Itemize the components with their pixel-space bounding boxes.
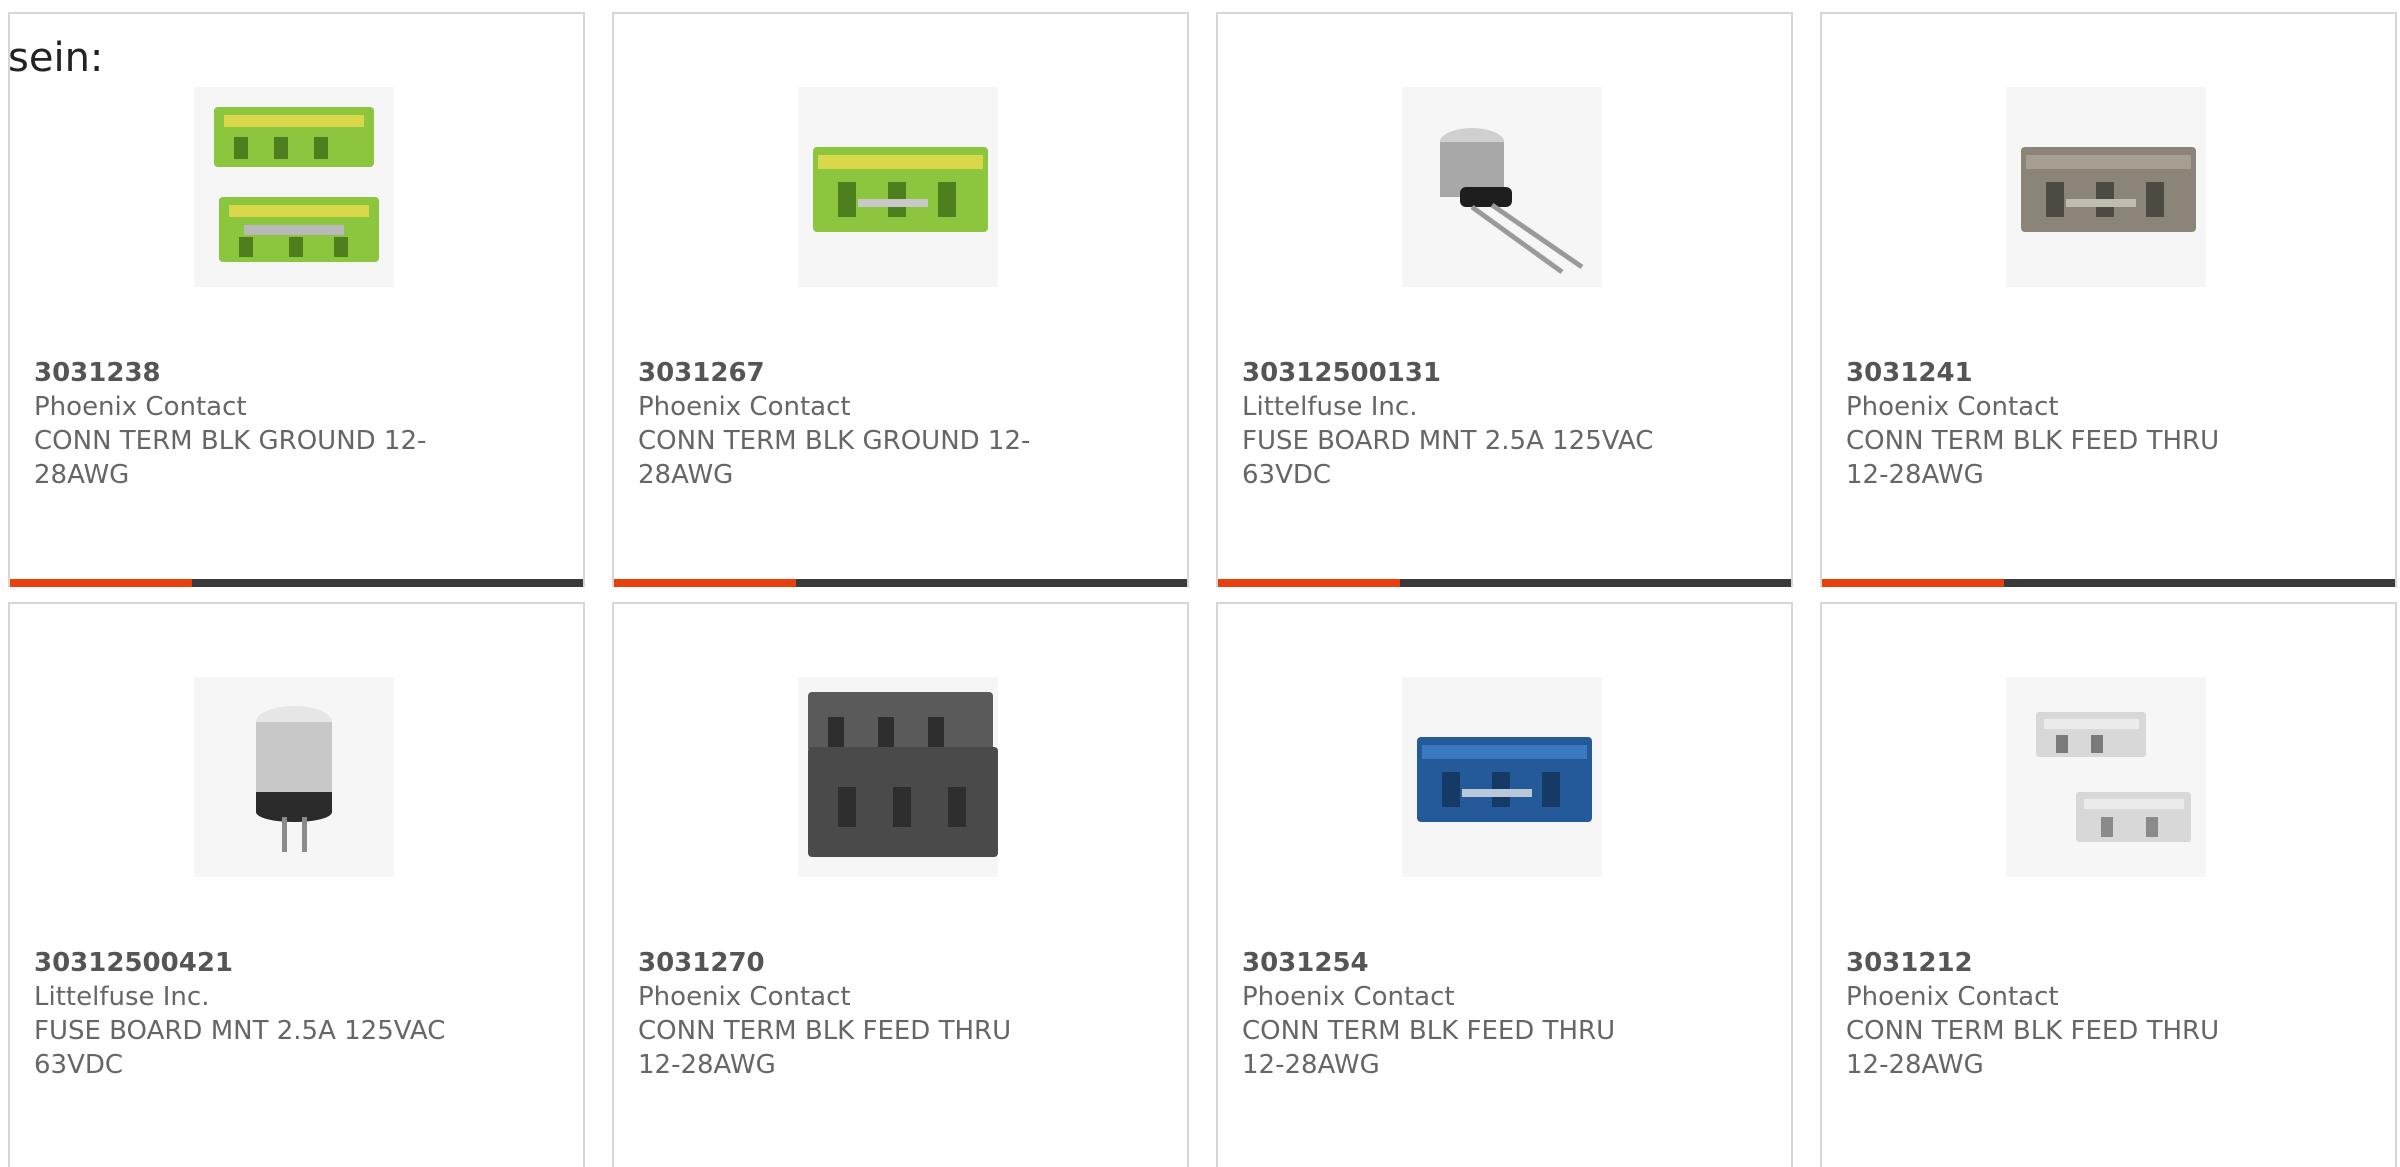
product-info: 3031212 Phoenix Contact CONN TERM BLK FE… <box>1846 946 2266 1082</box>
product-grid: 3031238 Phoenix Contact CONN TERM BLK GR… <box>0 0 2400 1167</box>
manufacturer: Phoenix Contact <box>638 982 851 1012</box>
terminal-block-gray-icon <box>2021 147 2196 232</box>
card-bottom-bar <box>10 579 583 587</box>
manufacturer: Phoenix Contact <box>34 392 247 422</box>
description: CONN TERM BLK GROUND 12-28AWG <box>34 426 427 490</box>
product-card[interactable]: 3031254 Phoenix Contact CONN TERM BLK FE… <box>1216 602 1793 1167</box>
part-number[interactable]: 3031212 <box>1846 946 2266 980</box>
terminal-block-ground-pair-icon <box>214 107 379 262</box>
product-image[interactable] <box>2006 677 2206 877</box>
description: CONN TERM BLK FEED THRU 12-28AWG <box>1242 1016 1616 1080</box>
part-number[interactable]: 3031238 <box>34 356 454 390</box>
page: sein: 3031238 Phoenix Contact CONN TERM … <box>0 0 2400 1167</box>
part-number[interactable]: 3031254 <box>1242 946 1662 980</box>
product-image[interactable] <box>798 87 998 287</box>
card-accent <box>10 579 192 587</box>
part-number[interactable]: 3031270 <box>638 946 1058 980</box>
description: CONN TERM BLK FEED THRU 12-28AWG <box>638 1016 1012 1080</box>
part-number[interactable]: 3031241 <box>1846 356 2266 390</box>
manufacturer: Littelfuse Inc. <box>34 982 210 1012</box>
part-number[interactable]: 30312500421 <box>34 946 454 980</box>
terminal-block-blue-icon <box>1417 737 1592 822</box>
manufacturer: Phoenix Contact <box>1846 392 2059 422</box>
product-card[interactable]: 3031270 Phoenix Contact CONN TERM BLK FE… <box>612 602 1189 1167</box>
manufacturer: Phoenix Contact <box>638 392 851 422</box>
description: FUSE BOARD MNT 2.5A 125VAC 63VDC <box>1242 426 1654 490</box>
product-image[interactable] <box>1402 677 1602 877</box>
card-bottom-bar <box>1822 579 2395 587</box>
manufacturer: Littelfuse Inc. <box>1242 392 1418 422</box>
product-image[interactable] <box>194 87 394 287</box>
product-info: 3031238 Phoenix Contact CONN TERM BLK GR… <box>34 356 454 492</box>
manufacturer: Phoenix Contact <box>1846 982 2059 1012</box>
card-bottom-bar <box>1218 579 1791 587</box>
product-info: 3031267 Phoenix Contact CONN TERM BLK GR… <box>638 356 1058 492</box>
description: CONN TERM BLK FEED THRU 12-28AWG <box>1846 1016 2220 1080</box>
card-bottom-bar <box>614 579 1187 587</box>
product-image[interactable] <box>2006 87 2206 287</box>
radial-fuse-short-icon <box>256 706 332 852</box>
intro-text: sein: <box>8 35 104 81</box>
product-info: 3031254 Phoenix Contact CONN TERM BLK FE… <box>1242 946 1662 1082</box>
product-card[interactable]: 3031267 Phoenix Contact CONN TERM BLK GR… <box>612 12 1189 587</box>
description: CONN TERM BLK FEED THRU 12-28AWG <box>1846 426 2220 490</box>
terminal-block-light-pair-icon <box>2036 712 2191 842</box>
product-image[interactable] <box>194 677 394 877</box>
part-number[interactable]: 3031267 <box>638 356 1058 390</box>
product-info: 3031270 Phoenix Contact CONN TERM BLK FE… <box>638 946 1058 1082</box>
description: CONN TERM BLK GROUND 12-28AWG <box>638 426 1031 490</box>
product-card[interactable]: 30312500421 Littelfuse Inc. FUSE BOARD M… <box>8 602 585 1167</box>
radial-fuse-icon <box>1440 128 1584 275</box>
card-accent <box>614 579 796 587</box>
product-info: 3031241 Phoenix Contact CONN TERM BLK FE… <box>1846 356 2266 492</box>
product-card[interactable]: 30312500131 Littelfuse Inc. FUSE BOARD M… <box>1216 12 1793 587</box>
manufacturer: Phoenix Contact <box>1242 982 1455 1012</box>
product-image[interactable] <box>1402 87 1602 287</box>
product-info: 30312500421 Littelfuse Inc. FUSE BOARD M… <box>34 946 454 1082</box>
description: FUSE BOARD MNT 2.5A 125VAC 63VDC <box>34 1016 446 1080</box>
card-accent <box>1822 579 2004 587</box>
card-accent <box>1218 579 1400 587</box>
terminal-block-ground-icon <box>813 147 988 232</box>
product-image[interactable] <box>798 677 998 877</box>
part-number[interactable]: 30312500131 <box>1242 356 1662 390</box>
terminal-block-dark-icon <box>808 692 998 857</box>
product-card[interactable]: 3031241 Phoenix Contact CONN TERM BLK FE… <box>1820 12 2397 587</box>
product-card[interactable]: 3031212 Phoenix Contact CONN TERM BLK FE… <box>1820 602 2397 1167</box>
product-card[interactable]: 3031238 Phoenix Contact CONN TERM BLK GR… <box>8 12 585 587</box>
product-info: 30312500131 Littelfuse Inc. FUSE BOARD M… <box>1242 356 1662 492</box>
